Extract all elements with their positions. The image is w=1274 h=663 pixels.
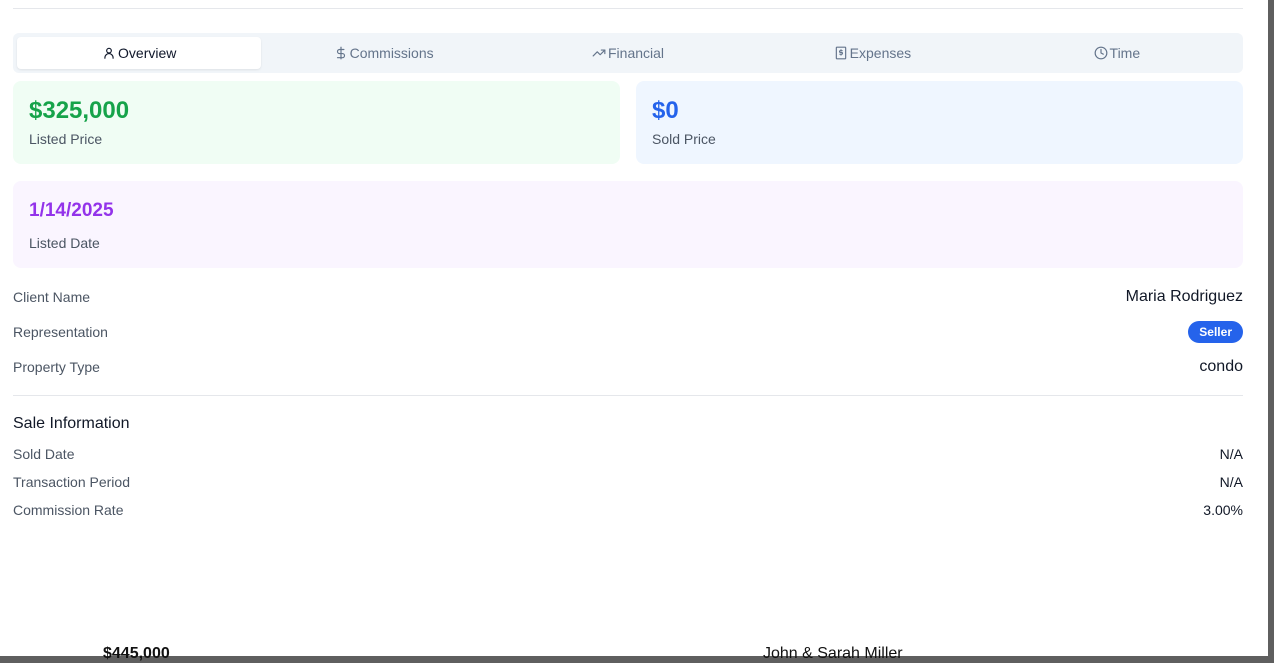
tab-label: Expenses (849, 45, 912, 61)
representation-row: Representation Seller (13, 321, 1243, 343)
tab-commissions[interactable]: Commissions (261, 37, 505, 69)
transaction-period-row: Transaction Period N/A (13, 473, 1243, 491)
tab-time[interactable]: Time (995, 37, 1239, 69)
property-type-value: condo (1199, 358, 1243, 375)
listed-price-card: $325,000 Listed Price (13, 81, 620, 164)
header-divider (13, 8, 1243, 9)
tab-label: Commissions (349, 45, 434, 61)
tab-overview[interactable]: Overview (17, 37, 262, 69)
listed-date-value: 1/14/2025 (29, 200, 114, 221)
commission-rate-value: 3.00% (1203, 502, 1243, 518)
tab-label: Financial (608, 45, 665, 61)
sold-date-value: N/A (1219, 446, 1243, 462)
client-name-value: Maria Rodriguez (1125, 288, 1243, 305)
tab-label: Time (1109, 45, 1141, 61)
dollar-icon (336, 46, 345, 60)
user-icon (104, 47, 114, 59)
listed-price-value: $325,000 (29, 97, 130, 124)
property-details-dialog: Overview Commissions Financial Expenses … (0, 0, 1268, 656)
property-type-label: Property Type (13, 359, 100, 375)
transaction-period-label: Transaction Period (13, 474, 130, 490)
tab-expenses[interactable]: Expenses (750, 37, 994, 69)
listed-price-label: Listed Price (29, 131, 103, 147)
background-client-peek: John & Sarah Miller (763, 645, 903, 662)
receipt-icon (835, 46, 846, 60)
sold-price-card: $0 Sold Price (636, 81, 1243, 164)
listed-date-label: Listed Date (29, 235, 100, 251)
listed-date-card: 1/14/2025 Listed Date (13, 181, 1243, 268)
representation-label: Representation (13, 324, 108, 340)
representation-badge: Seller (1188, 321, 1243, 343)
sold-date-row: Sold Date N/A (13, 445, 1243, 463)
sold-price-value: $0 (652, 97, 679, 124)
transaction-period-value: N/A (1219, 474, 1243, 490)
commission-rate-row: Commission Rate 3.00% (13, 501, 1243, 519)
clock-icon (1094, 46, 1107, 60)
tab-label: Overview (118, 45, 177, 61)
sale-information-heading: Sale Information (13, 415, 130, 432)
section-divider (13, 395, 1243, 396)
background-price-peek: $445,000 (103, 645, 170, 662)
tab-financial[interactable]: Financial (506, 37, 750, 69)
client-name-row: Client Name Maria Rodriguez (13, 287, 1243, 307)
property-type-row: Property Type condo (13, 357, 1243, 377)
sold-price-label: Sold Price (652, 131, 716, 147)
sold-date-label: Sold Date (13, 446, 75, 462)
commission-rate-label: Commission Rate (13, 502, 124, 518)
tab-list: Overview Commissions Financial Expenses … (13, 33, 1243, 73)
trending-up-icon (592, 49, 606, 57)
client-name-label: Client Name (13, 289, 91, 305)
